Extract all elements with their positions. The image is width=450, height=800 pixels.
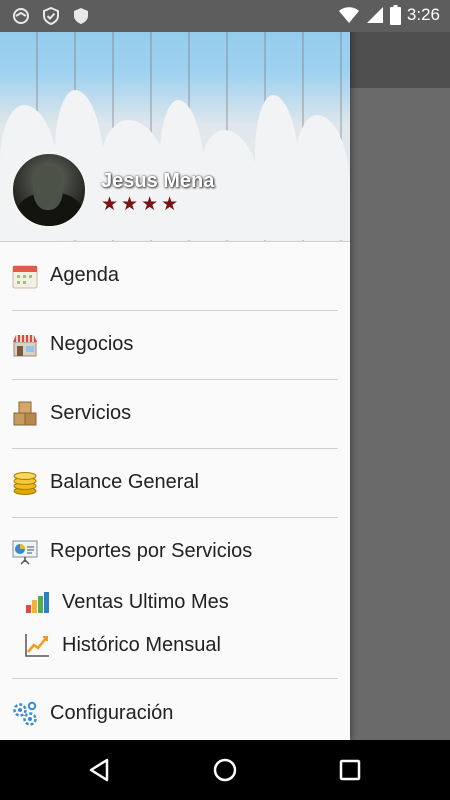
svg-text:x: x <box>352 16 356 24</box>
shield-check-icon <box>43 7 59 25</box>
menu-item-balance-general[interactable]: Balance General <box>0 448 350 517</box>
bar-chart-icon <box>26 592 49 613</box>
menu-item-label: Agenda <box>50 264 119 286</box>
star-icon: ★ <box>141 194 159 215</box>
recents-icon[interactable] <box>335 755 365 785</box>
submenu-item-historico-mensual[interactable]: Histórico Mensual <box>0 624 350 666</box>
menu-item-agenda[interactable]: Agenda <box>0 241 350 310</box>
store-icon <box>13 334 37 356</box>
wifi-icon: x <box>338 7 359 24</box>
menu-item-label: Balance General <box>50 471 199 493</box>
signal-icon <box>366 7 383 23</box>
menu-item-label: Reportes por Servicios <box>50 540 253 562</box>
menu-item-label: Servicios <box>50 402 132 424</box>
app-toolbar <box>350 32 450 88</box>
menu-item-reportes-por-servicios[interactable]: Reportes por Servicios <box>0 517 350 586</box>
coins-icon <box>13 471 37 495</box>
navigation-drawer: Jesus Mena ★ ★ ★ ★ Agenda Negocios Servi… <box>0 0 350 740</box>
submenu-item-label: Ventas Ultimo Mes <box>62 590 229 613</box>
menu-item-label: Negocios <box>50 333 134 355</box>
avatar[interactable] <box>11 152 87 228</box>
menu-item-servicios[interactable]: Servicios <box>0 379 350 448</box>
menu-item-configuracion[interactable]: Configuración <box>0 679 350 740</box>
submenu-item-ventas-ultimo-mes[interactable]: Ventas Ultimo Mes <box>0 581 350 623</box>
star-icon: ★ <box>101 194 119 215</box>
star-icon: ★ <box>121 194 139 215</box>
presentation-chart-icon <box>12 540 38 565</box>
sync-icon <box>13 8 29 24</box>
navigation-bar <box>0 740 450 800</box>
boxes-icon <box>13 401 37 425</box>
drawer-header: Jesus Mena ★ ★ ★ ★ <box>0 0 350 242</box>
status-time: 3:26 <box>406 5 440 24</box>
star-icon: ★ <box>161 194 179 215</box>
gears-icon <box>13 701 37 726</box>
home-icon[interactable] <box>210 755 240 785</box>
user-rating: ★ ★ ★ ★ <box>101 195 178 215</box>
menu-item-negocios[interactable]: Negocios <box>0 310 350 379</box>
shield-icon <box>74 8 88 24</box>
menu-item-label: Configuración <box>50 702 174 724</box>
calendar-icon <box>12 265 38 288</box>
line-chart-icon <box>25 634 49 657</box>
user-name: Jesus Mena <box>101 170 215 192</box>
submenu-item-label: Histórico Mensual <box>62 633 221 656</box>
battery-icon <box>389 5 401 25</box>
drawer-scrim[interactable] <box>350 32 450 740</box>
status-bar: x 3:26 <box>0 0 450 32</box>
back-icon[interactable] <box>85 755 115 785</box>
